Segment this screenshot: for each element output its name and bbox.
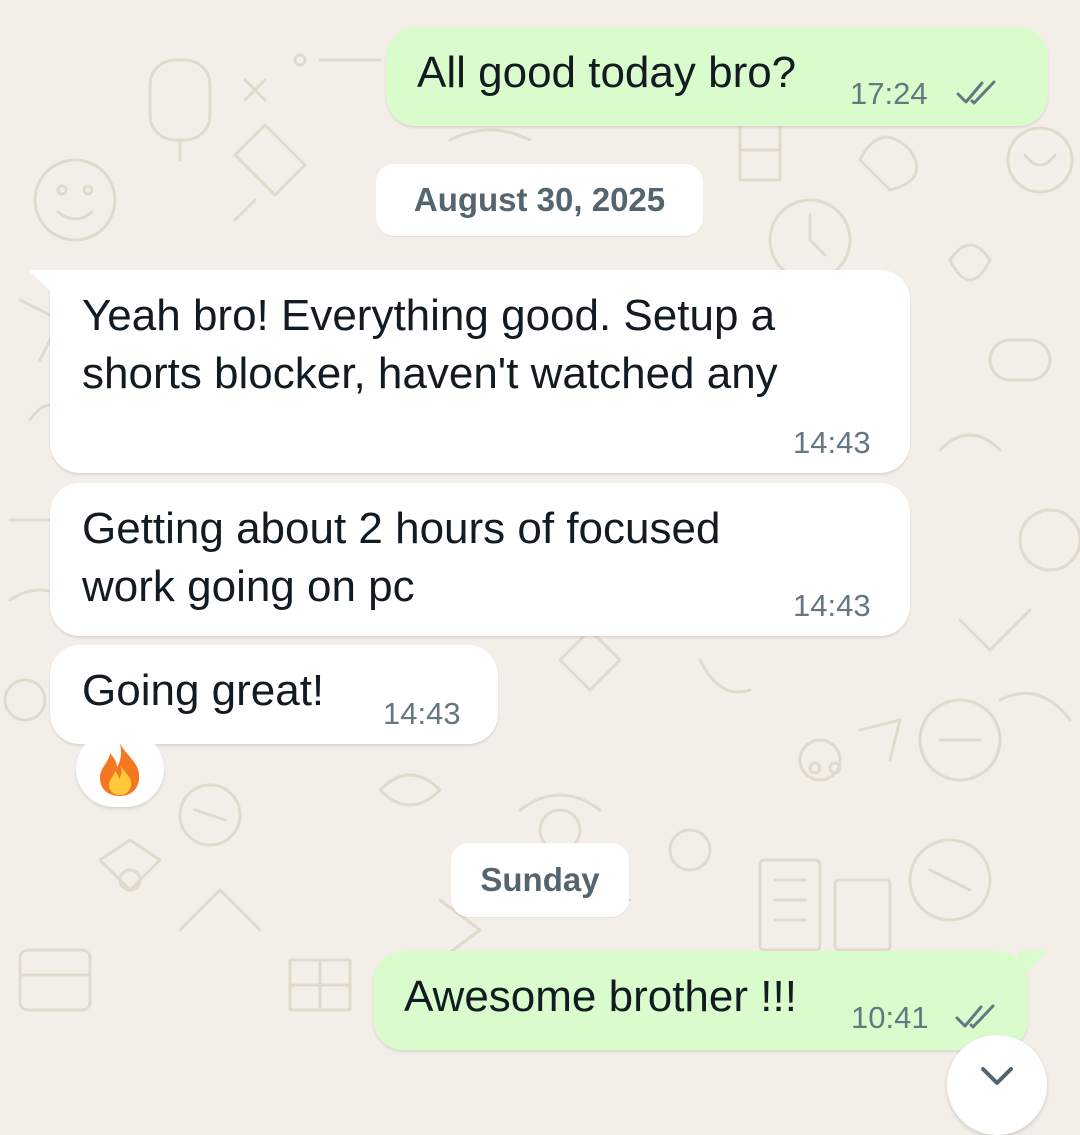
message-bubble-incoming[interactable]: Getting about 2 hours of focused work go… — [50, 483, 910, 636]
double-check-icon — [955, 1004, 995, 1029]
date-separator: Sunday — [451, 843, 629, 917]
message-text: Going great! — [82, 666, 325, 715]
message-reaction[interactable] — [76, 731, 164, 807]
bubble-tail — [1018, 951, 1048, 981]
message-text-line-2: work going on pc — [82, 562, 415, 611]
message-time: 14:43 — [793, 425, 871, 460]
fire-emoji-icon — [100, 743, 140, 796]
date-separator: August 30, 2025 — [376, 164, 703, 236]
message-bubble-outgoing[interactable]: Awesome brother !!! 10:41 — [373, 951, 1028, 1050]
message-bubble-outgoing[interactable]: All good today bro? 17:24 — [386, 27, 1048, 126]
message-time: 14:43 — [793, 588, 871, 623]
message-bubble-incoming[interactable]: Going great! 14:43 — [50, 645, 498, 744]
message-text-line-1: Getting about 2 hours of focused — [82, 504, 721, 553]
message-text: Awesome brother !!! — [404, 972, 797, 1021]
chevron-down-icon — [981, 1067, 1013, 1085]
message-text: All good today bro? — [417, 48, 797, 97]
message-time: 14:43 — [383, 696, 461, 731]
scroll-down-button[interactable] — [947, 1035, 1047, 1135]
bubble-tail — [28, 270, 60, 300]
message-text-line-1: Yeah bro! Everything good. Setup a — [82, 291, 776, 340]
message-time: 10:41 — [851, 1000, 929, 1035]
double-check-icon — [956, 80, 996, 105]
message-bubble-incoming[interactable]: Yeah bro! Everything good. Setup a short… — [50, 270, 910, 473]
message-text-line-2: shorts blocker, haven't watched any — [82, 349, 778, 398]
message-time: 17:24 — [850, 76, 928, 111]
